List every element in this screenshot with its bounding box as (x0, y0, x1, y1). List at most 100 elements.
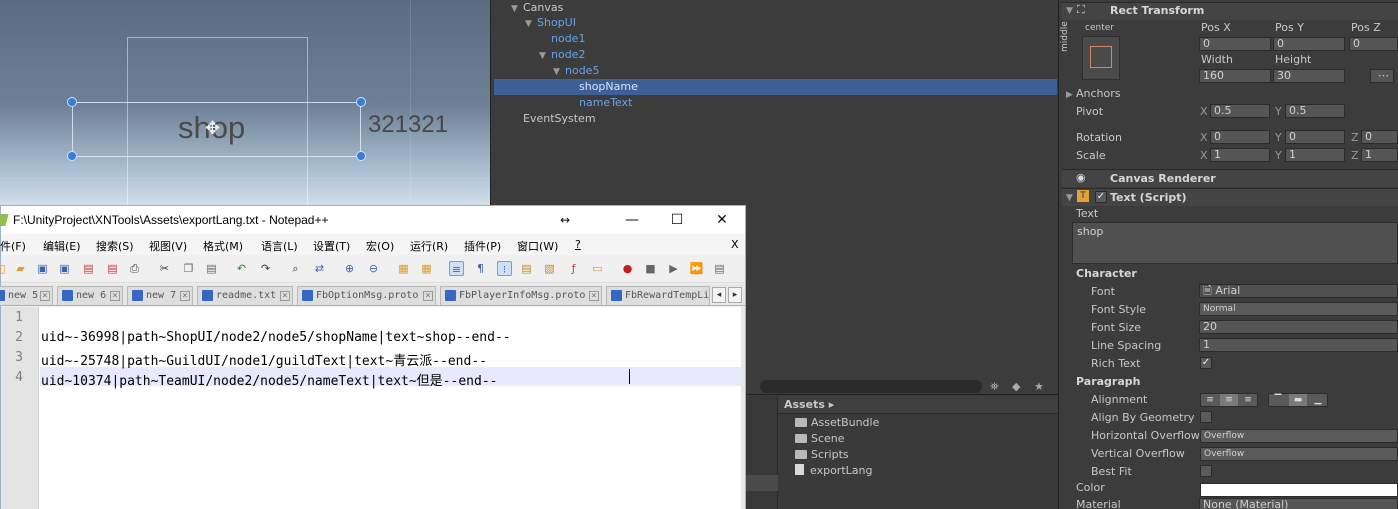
align-right-icon[interactable]: ≡ (1239, 394, 1257, 406)
material-field[interactable]: None (Material) (1199, 498, 1398, 509)
vertical-overflow-dropdown[interactable]: Overflow (1200, 447, 1398, 461)
redo-icon[interactable]: ↷ (258, 261, 273, 276)
foldout-arrow-icon[interactable]: ▶ (1066, 88, 1073, 102)
sync-vertical-icon[interactable]: ▦ (396, 261, 411, 276)
assets-breadcrumb[interactable]: Assets ▸ (778, 396, 1058, 414)
anchors-label[interactable]: Anchors (1076, 87, 1121, 101)
folder-workspace-icon[interactable]: ▭ (590, 261, 605, 276)
hierarchy-item-node2[interactable]: ▼ node2 (539, 47, 585, 63)
paste-icon[interactable]: ▤ (204, 261, 219, 276)
scale-z-field[interactable]: 1 (1361, 148, 1398, 162)
raw-edit-button[interactable]: ⋯ (1370, 69, 1394, 83)
align-top-icon[interactable]: ▔ (1269, 394, 1287, 406)
pivot-y-field[interactable]: 0.5 (1285, 104, 1345, 118)
menu-window[interactable]: 窗口(W) (517, 238, 558, 254)
menu-format[interactable]: 格式(M) (203, 238, 243, 254)
horizontal-overflow-dropdown[interactable]: Overflow (1200, 429, 1398, 443)
stop-macro-icon[interactable]: ■ (643, 261, 658, 276)
resize-handle[interactable] (67, 97, 77, 107)
hierarchy-item-nametext[interactable]: nameText (579, 95, 632, 111)
asset-folder-scene[interactable]: Scene (795, 431, 845, 447)
menu-macro[interactable]: 宏(O) (366, 238, 394, 254)
save-all-icon[interactable]: ▣ (57, 261, 72, 276)
project-folder-selection[interactable] (744, 475, 778, 491)
print-icon[interactable]: ⎙ (127, 261, 142, 276)
pos-y-field[interactable]: 0 (1273, 37, 1345, 51)
align-bottom-icon[interactable]: ▁ (1309, 394, 1327, 406)
expand-arrow-icon[interactable]: ▼ (539, 48, 551, 64)
expand-arrow-icon[interactable]: ▼ (553, 64, 565, 80)
copy-icon[interactable]: ❐ (181, 261, 196, 276)
tab-close-icon[interactable]: × (110, 291, 120, 301)
tab-new-5[interactable]: new 5 × (0, 286, 53, 305)
sync-horizontal-icon[interactable]: ▦ (419, 261, 434, 276)
replace-icon[interactable]: ⇄ (312, 261, 327, 276)
rotation-x-field[interactable]: 0 (1210, 130, 1270, 144)
align-center-icon[interactable]: ≡ (1220, 394, 1238, 406)
hierarchy-item-eventsystem[interactable]: EventSystem (523, 111, 596, 127)
hierarchy-item-node5[interactable]: ▼ node5 (553, 63, 599, 79)
close-file-icon[interactable]: ▤ (81, 261, 96, 276)
tab-close-icon[interactable]: × (423, 291, 433, 301)
find-icon[interactable]: ⌕ (288, 261, 303, 276)
line-spacing-field[interactable]: 1 (1199, 338, 1398, 352)
word-wrap-icon[interactable]: ≡ (449, 261, 464, 276)
save-icon[interactable]: ▣ (35, 261, 50, 276)
close-all-icon[interactable]: ▤ (105, 261, 120, 276)
pos-x-field[interactable]: 0 (1199, 37, 1271, 51)
star-icon[interactable]: ★ (1034, 380, 1044, 394)
menu-plugins[interactable]: 插件(P) (464, 238, 501, 254)
doc-map-icon[interactable]: ▧ (542, 261, 557, 276)
resize-handle[interactable] (356, 151, 366, 161)
record-macro-icon[interactable]: ● (620, 261, 635, 276)
align-by-geometry-checkbox[interactable] (1200, 411, 1212, 423)
hierarchy-item-canvas[interactable]: ▼ Canvas (511, 0, 563, 16)
rotation-z-field[interactable]: 0 (1361, 130, 1398, 144)
foldout-arrow-icon[interactable]: ▼ (1066, 4, 1073, 18)
rotation-y-field[interactable]: 0 (1285, 130, 1345, 144)
resize-handle[interactable] (356, 97, 366, 107)
show-all-chars-icon[interactable]: ¶ (473, 261, 488, 276)
height-field[interactable]: 30 (1273, 69, 1345, 83)
expand-arrow-icon[interactable]: ▼ (511, 1, 523, 17)
hierarchy-item-shopname[interactable]: shopName (579, 79, 638, 95)
cut-icon[interactable]: ✂ (157, 261, 172, 276)
scale-x-field[interactable]: 1 (1210, 148, 1270, 162)
tabs-scroll-left-icon[interactable]: ◂ (712, 287, 726, 303)
menu-language[interactable]: 语言(L) (261, 238, 298, 254)
code-line[interactable]: uid~-25748|path~GuildUI/node1/guildText|… (41, 350, 487, 369)
font-field[interactable]: 🗎 Arial (1199, 284, 1398, 298)
vertical-scrollbar[interactable] (741, 307, 745, 509)
close-window-button[interactable]: ✕ (711, 210, 733, 230)
indent-guide-icon[interactable]: ⁝ (497, 261, 512, 276)
rich-text-checkbox[interactable]: ✓ (1200, 357, 1212, 369)
asset-file-exportlang[interactable]: exportLang (795, 463, 872, 479)
color-field[interactable] (1200, 483, 1398, 497)
menu-file[interactable]: 文件(F) (0, 238, 26, 254)
menu-view[interactable]: 视图(V) (149, 238, 187, 254)
tab-close-icon[interactable]: × (40, 291, 50, 301)
tab-new-7[interactable]: new 7 × (127, 286, 193, 305)
play-macro-icon[interactable]: ▶ (666, 261, 681, 276)
save-macro-icon[interactable]: ▤ (712, 261, 727, 276)
tab-new-6[interactable]: new 6 × (57, 286, 123, 305)
zoom-out-icon[interactable]: ⊖ (366, 261, 381, 276)
width-field[interactable]: 160 (1199, 69, 1271, 83)
align-middle-icon[interactable]: ▬ (1289, 394, 1307, 406)
close-document-button[interactable]: X (731, 238, 739, 251)
tab-readme[interactable]: readme.txt × (197, 286, 293, 305)
code-line[interactable]: uid~10374|path~TeamUI/node2/node5/nameTe… (41, 370, 497, 389)
expand-arrow-icon[interactable]: ▼ (525, 16, 537, 32)
undo-icon[interactable]: ↶ (234, 261, 249, 276)
tab-close-icon[interactable]: × (180, 291, 190, 301)
tab-close-icon[interactable]: × (280, 291, 290, 301)
code-line[interactable]: uid~-36998|path~ShopUI/node2/node5/shopN… (41, 330, 511, 345)
pos-z-field[interactable]: 0 (1349, 37, 1398, 51)
pivot-icon[interactable]: ✥ (205, 118, 220, 139)
run-macro-multiple-icon[interactable]: ⏩ (689, 261, 704, 276)
tab-fboptionmsg[interactable]: FbOptionMsg.proto × (297, 286, 436, 305)
zoom-in-icon[interactable]: ⊕ (342, 261, 357, 276)
menu-help[interactable]: ? (575, 238, 581, 251)
minimize-button[interactable]: — (621, 210, 643, 230)
menu-run[interactable]: 运行(R) (410, 238, 448, 254)
